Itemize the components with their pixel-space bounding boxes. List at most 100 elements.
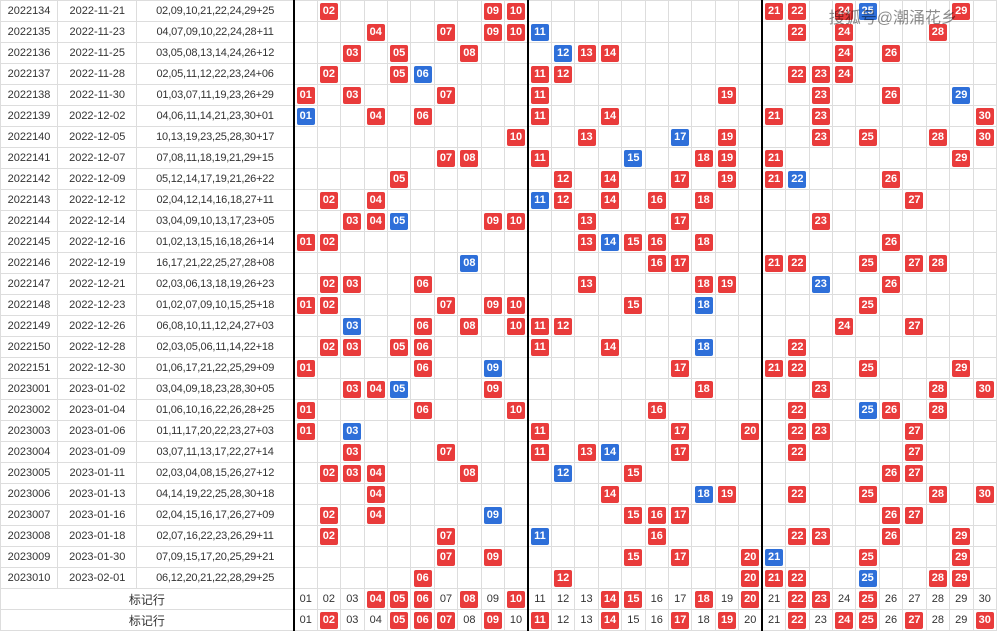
grid-cell <box>950 505 973 526</box>
grid-cell <box>458 64 481 85</box>
table-row: 20221452022-12-1601,02,13,15,16,18,26+14… <box>1 232 997 253</box>
grid-cell <box>926 295 949 316</box>
grid-cell: 30 <box>973 106 997 127</box>
grid-cell <box>387 127 410 148</box>
grid-cell <box>832 421 855 442</box>
grid-cell <box>645 337 668 358</box>
grid-cell <box>622 127 645 148</box>
grid-cell <box>481 106 504 127</box>
grid-cell: 23 <box>809 379 832 400</box>
grid-cell: 21 <box>762 169 785 190</box>
grid-cell <box>856 85 879 106</box>
grid-cell <box>903 85 926 106</box>
grid-cell <box>505 106 528 127</box>
grid-cell: 09 <box>481 22 504 43</box>
grid-cell <box>809 505 832 526</box>
grid-cell: 10 <box>505 22 528 43</box>
grid-cell <box>434 211 457 232</box>
red-ball: 29 <box>952 150 970 167</box>
grid-cell <box>809 400 832 421</box>
grid-cell <box>294 547 317 568</box>
red-ball: 27 <box>905 465 923 482</box>
grid-cell: 11 <box>528 190 551 211</box>
summary-cell: 02 <box>317 589 340 610</box>
grid-cell: 30 <box>973 379 997 400</box>
grid-cell <box>622 442 645 463</box>
grid-cell <box>715 1 738 22</box>
period-cell: 2022147 <box>1 274 58 295</box>
grid-cell <box>786 148 809 169</box>
period-cell: 2022149 <box>1 316 58 337</box>
grid-cell: 05 <box>387 64 410 85</box>
grid-cell <box>387 358 410 379</box>
red-ball: 22 <box>788 66 806 83</box>
grid-cell: 19 <box>715 169 738 190</box>
red-ball: 07 <box>437 528 455 545</box>
date-cell: 2022-11-30 <box>58 85 137 106</box>
grid-cell: 12 <box>551 43 574 64</box>
summary-cell: 05 <box>387 610 410 631</box>
red-ball: 26 <box>882 276 900 293</box>
red-ball: 15 <box>624 465 642 482</box>
grid-cell <box>692 358 715 379</box>
grid-cell <box>950 43 973 64</box>
date-cell: 2022-12-14 <box>58 211 137 232</box>
date-cell: 2022-12-09 <box>58 169 137 190</box>
red-ball: 27 <box>905 423 923 440</box>
grid-cell: 21 <box>762 568 785 589</box>
grid-cell <box>387 400 410 421</box>
grid-cell <box>505 253 528 274</box>
grid-cell <box>411 295 434 316</box>
grid-cell: 28 <box>926 484 949 505</box>
grid-cell: 26 <box>879 505 902 526</box>
red-ball: 23 <box>812 108 830 125</box>
grid-cell <box>973 169 997 190</box>
grid-cell <box>856 64 879 85</box>
grid-cell <box>832 274 855 295</box>
table-row: 20221492022-12-2606,08,10,11,12,24,27+03… <box>1 316 997 337</box>
grid-cell: 16 <box>645 400 668 421</box>
red-ball: 11 <box>531 612 549 629</box>
grid-cell: 04 <box>364 106 387 127</box>
grid-cell: 07 <box>434 526 457 547</box>
grid-cell: 12 <box>551 463 574 484</box>
grid-cell <box>692 22 715 43</box>
grid-cell <box>341 1 364 22</box>
grid-cell <box>434 379 457 400</box>
grid-cell <box>598 379 621 400</box>
grid-cell <box>598 127 621 148</box>
period-cell: 2023008 <box>1 526 58 547</box>
table-row: 20221392022-12-0204,06,11,14,21,23,30+01… <box>1 106 997 127</box>
grid-cell: 25 <box>856 484 879 505</box>
summary-cell: 28 <box>926 589 949 610</box>
red-ball: 13 <box>578 129 596 146</box>
period-cell: 2022141 <box>1 148 58 169</box>
grid-cell <box>762 64 785 85</box>
grid-cell: 03 <box>341 337 364 358</box>
grid-cell <box>294 253 317 274</box>
grid-cell <box>458 547 481 568</box>
blue-ball: 25 <box>859 570 877 587</box>
grid-cell: 04 <box>364 190 387 211</box>
grid-cell <box>739 379 762 400</box>
grid-cell <box>739 505 762 526</box>
grid-cell <box>317 148 340 169</box>
grid-cell <box>528 127 551 148</box>
grid-cell <box>903 169 926 190</box>
summary-cell: 11 <box>528 610 551 631</box>
grid-cell: 03 <box>341 85 364 106</box>
grid-cell: 25 <box>856 400 879 421</box>
date-cell: 2023-01-16 <box>58 505 137 526</box>
grid-cell <box>879 295 902 316</box>
red-ball: 23 <box>812 213 830 230</box>
grid-cell <box>598 400 621 421</box>
red-ball: 28 <box>929 486 947 503</box>
grid-cell <box>856 169 879 190</box>
grid-cell <box>481 400 504 421</box>
grid-cell <box>341 358 364 379</box>
grid-cell <box>645 421 668 442</box>
grid-cell <box>692 547 715 568</box>
red-ball: 15 <box>624 549 642 566</box>
grid-cell <box>809 316 832 337</box>
grid-cell: 03 <box>341 274 364 295</box>
